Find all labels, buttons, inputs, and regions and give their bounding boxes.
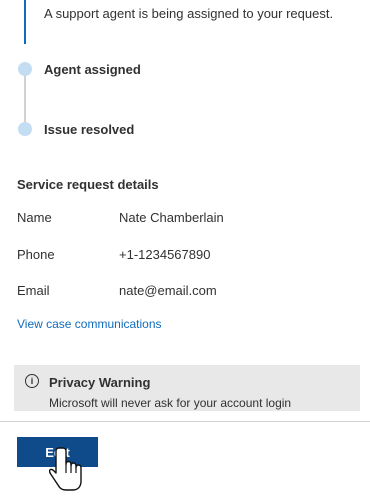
step-dot-agent-assigned bbox=[18, 62, 32, 76]
detail-value: Nate Chamberlain bbox=[119, 210, 224, 225]
view-case-communications-link[interactable]: View case communications bbox=[17, 317, 162, 331]
detail-label: Email bbox=[17, 283, 50, 298]
privacy-warning-banner: i Privacy Warning Microsoft will never a… bbox=[14, 365, 360, 411]
details-heading: Service request details bbox=[17, 177, 159, 192]
timeline-progress-line bbox=[24, 0, 26, 44]
detail-value: +1-1234567890 bbox=[119, 247, 211, 262]
detail-label: Phone bbox=[17, 247, 55, 262]
privacy-warning-text: Microsoft will never ask for your accoun… bbox=[49, 396, 292, 410]
footer-divider bbox=[0, 421, 370, 422]
info-icon: i bbox=[25, 374, 39, 388]
status-timeline: A support agent is being assigned to you… bbox=[0, 0, 370, 150]
step-label-agent-assigned: Agent assigned bbox=[44, 62, 141, 77]
timeline-pending-line bbox=[24, 74, 26, 122]
service-request-panel: A support agent is being assigned to you… bbox=[0, 0, 370, 498]
step-label-issue-resolved: Issue resolved bbox=[44, 122, 135, 137]
step-dot-issue-resolved bbox=[18, 122, 32, 136]
edit-button[interactable]: Edit bbox=[17, 437, 98, 467]
current-status-text: A support agent is being assigned to you… bbox=[44, 6, 334, 21]
detail-value: nate@email.com bbox=[119, 283, 217, 298]
detail-label: Name bbox=[17, 210, 52, 225]
privacy-warning-title: Privacy Warning bbox=[49, 375, 151, 390]
